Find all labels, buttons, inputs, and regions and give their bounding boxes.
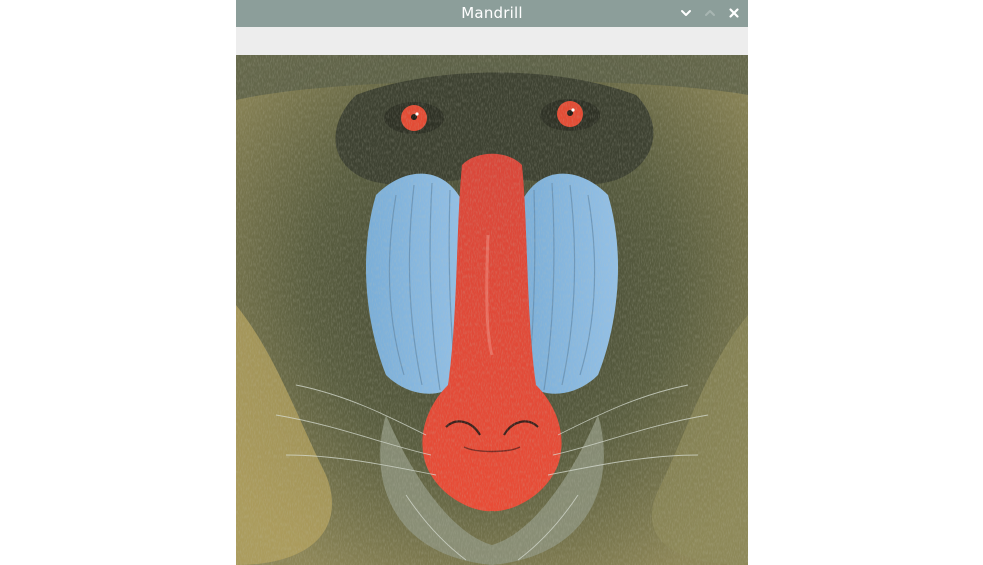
close-button[interactable]	[725, 4, 743, 22]
chevron-up-icon	[704, 7, 716, 19]
mandrill-picture	[236, 55, 748, 565]
image-viewer-window: Mandrill	[236, 0, 748, 565]
close-icon	[728, 7, 740, 19]
maximize-button[interactable]	[701, 4, 719, 22]
window-title: Mandrill	[461, 4, 523, 22]
title-bar[interactable]: Mandrill	[236, 0, 748, 27]
minimize-button[interactable]	[677, 4, 695, 22]
chevron-down-icon	[680, 7, 692, 19]
mandrill-image	[236, 55, 748, 565]
toolbar-area	[236, 27, 748, 56]
